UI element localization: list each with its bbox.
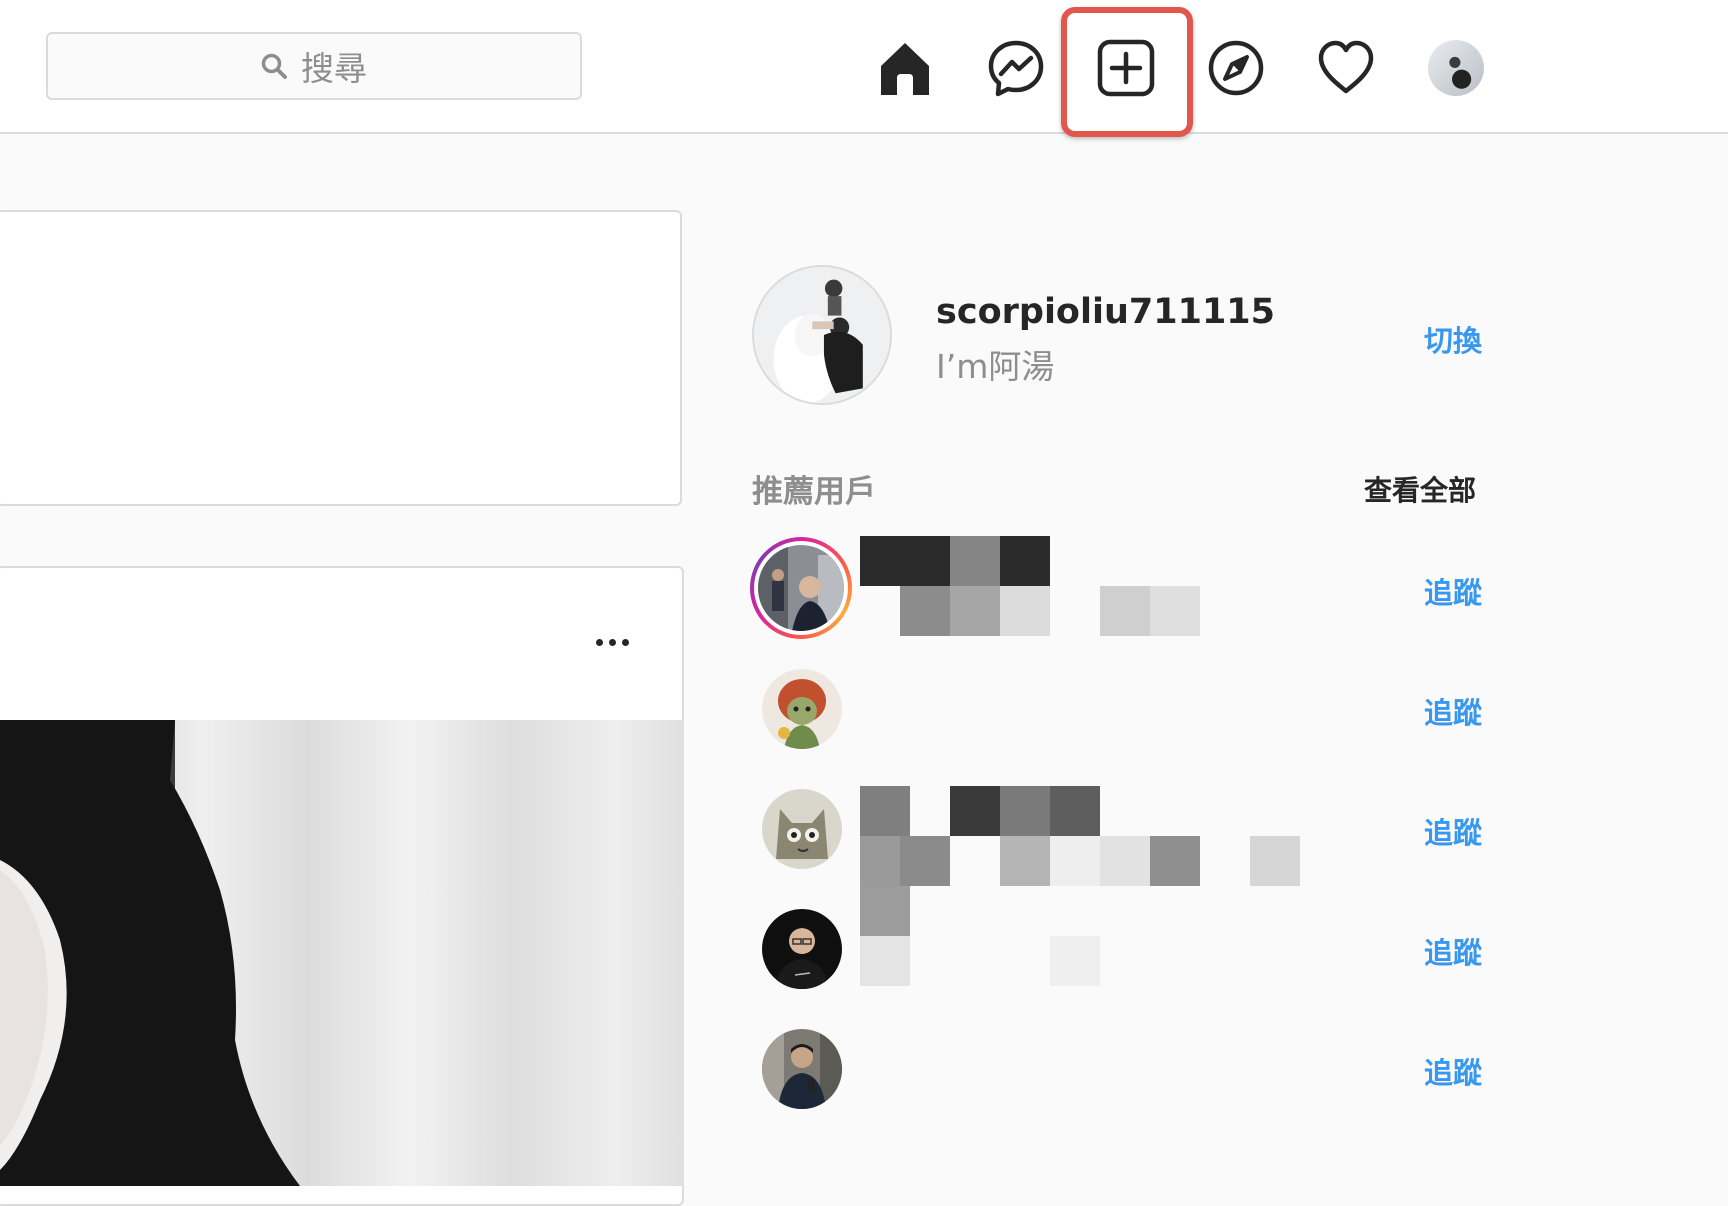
profile-avatar-large[interactable]: [752, 265, 892, 405]
switch-account-button[interactable]: 切換: [1424, 318, 1482, 360]
follow-button-5[interactable]: 追蹤: [1424, 1050, 1482, 1092]
top-navigation-bar: 搜尋: [0, 0, 1728, 134]
search-placeholder: 搜尋: [301, 49, 367, 88]
suggested-user-avatar-3[interactable]: [762, 789, 842, 869]
profile-avatar-nav[interactable]: [1428, 40, 1484, 96]
profile-full-name: I’m阿湯: [936, 347, 1055, 386]
suggested-user-avatar-4[interactable]: [762, 909, 842, 989]
suggested-user-avatar-1[interactable]: [750, 537, 852, 639]
post-image[interactable]: [0, 720, 684, 1186]
profile-username[interactable]: scorpioliu711115: [936, 292, 1275, 332]
suggested-user-avatar-5[interactable]: [762, 1029, 842, 1109]
messenger-icon[interactable]: [986, 38, 1046, 98]
follow-button-2[interactable]: 追蹤: [1424, 690, 1482, 732]
new-post-icon[interactable]: [1096, 38, 1156, 98]
home-icon[interactable]: [875, 38, 935, 98]
see-all-suggestions-link[interactable]: 查看全部: [1364, 469, 1476, 509]
follow-button-4[interactable]: 追蹤: [1424, 930, 1482, 972]
suggestions-title: 推薦用戶: [752, 474, 876, 510]
activity-heart-icon[interactable]: [1316, 38, 1376, 98]
search-icon: [261, 53, 287, 79]
follow-button-1[interactable]: 追蹤: [1424, 570, 1482, 612]
explore-compass-icon[interactable]: [1206, 38, 1266, 98]
search-input[interactable]: 搜尋: [46, 32, 582, 100]
suggested-user-avatar-2[interactable]: [762, 669, 842, 749]
follow-button-3[interactable]: 追蹤: [1424, 810, 1482, 852]
more-options-icon[interactable]: [590, 620, 634, 664]
stories-card: [0, 210, 682, 506]
